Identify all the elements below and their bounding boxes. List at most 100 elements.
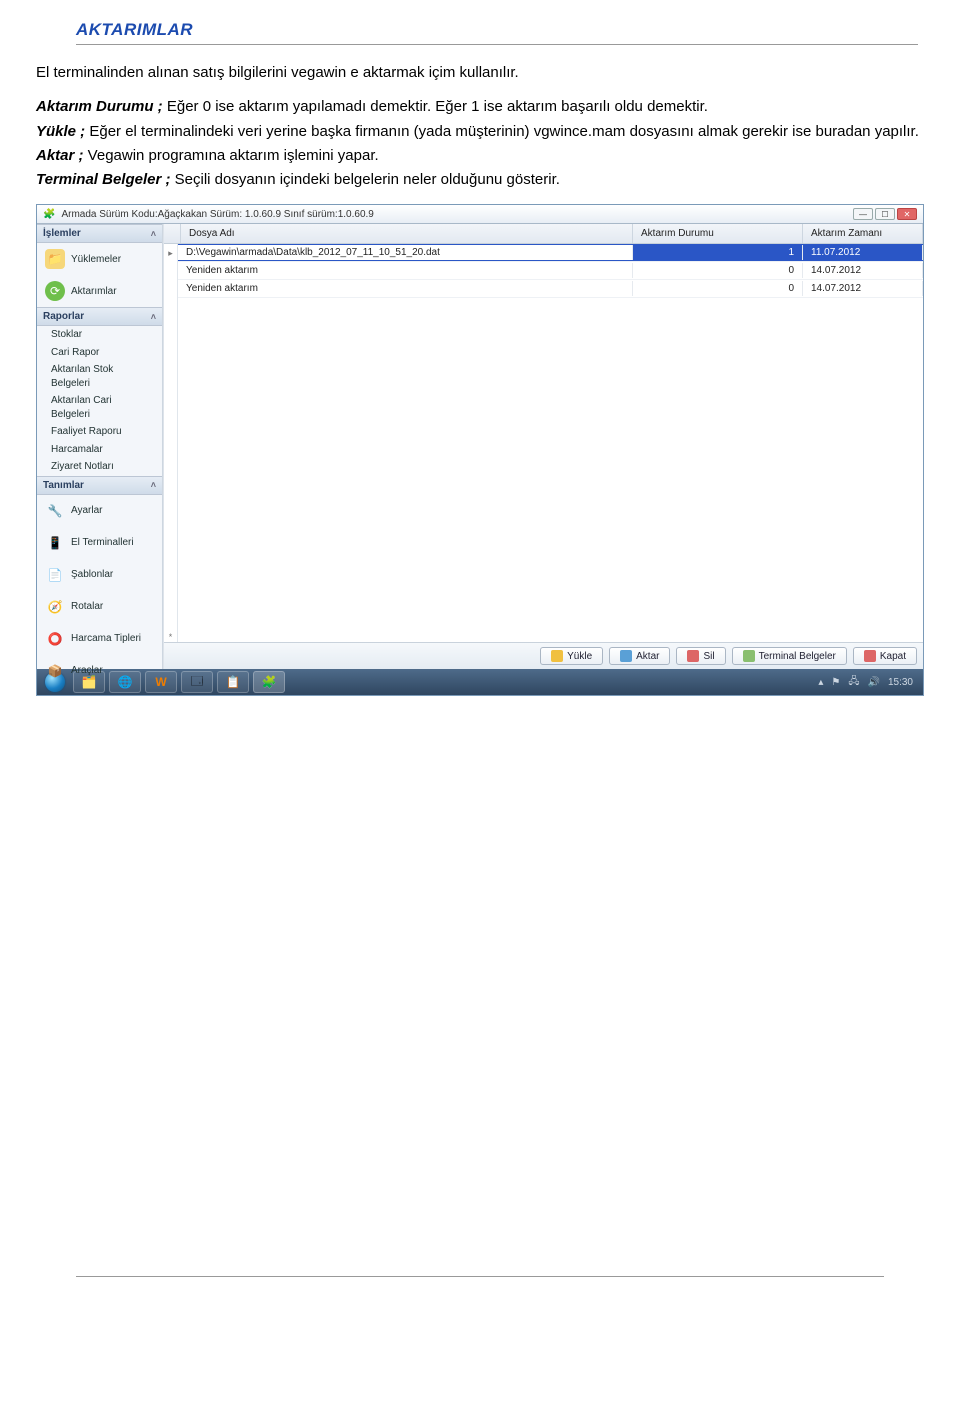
sidebar-item-sablonlar[interactable]: 📄 Şablonlar [37, 559, 162, 591]
expense-icon: ⭕ [45, 629, 65, 649]
collapse-icon[interactable]: ˄ [151, 480, 156, 490]
definition-aktar: Aktar ; Vegawin programına aktarım işlem… [36, 146, 924, 166]
column-header-time[interactable]: Aktarım Zamanı [803, 224, 923, 243]
sidebar-item-aktarimlar-label: Aktarımlar [71, 286, 117, 297]
taskbar-app[interactable]: 🧩 [253, 671, 285, 693]
sidebar-item-label: Rotalar [71, 601, 103, 612]
report-item[interactable]: Ziyaret Notları [37, 458, 162, 476]
transfer-icon [620, 650, 632, 662]
close-button[interactable]: ✕ [897, 208, 917, 220]
sidebar-item-rotalar[interactable]: 🧭 Rotalar [37, 591, 162, 623]
sidebar-item-araclar[interactable]: 📦 Araçlar [37, 655, 162, 687]
report-item[interactable]: Stoklar [37, 326, 162, 344]
sidebar-item-ayarlar[interactable]: 🔧 Ayarlar [37, 495, 162, 527]
report-item[interactable]: Aktarılan Stok Belgeleri [37, 361, 162, 392]
nav-section-islemler[interactable]: İşlemler ˄ [37, 224, 162, 243]
report-item[interactable]: Cari Rapor [37, 344, 162, 362]
table-row[interactable]: Yeniden aktarım 0 14.07.2012 [178, 262, 923, 280]
sidebar-item-label: El Terminalleri [71, 537, 134, 548]
tray-expand-icon[interactable]: ▴ [818, 677, 823, 688]
sidebar: İşlemler ˄ 📁 Yüklemeler ⟳ Aktarımlar Rap… [37, 224, 163, 669]
cell-time: 14.07.2012 [803, 263, 923, 278]
cell-file: D:\Vegawin\armada\Data\klb_2012_07_11_10… [178, 245, 633, 260]
column-header-status[interactable]: Aktarım Durumu [633, 224, 803, 243]
volume-icon[interactable]: 🔊 [868, 677, 880, 688]
yukle-button[interactable]: Yükle [540, 647, 603, 665]
sidebar-item-terminaller[interactable]: 📱 El Terminalleri [37, 527, 162, 559]
cell-file: Yeniden aktarım [178, 263, 633, 278]
minimize-button[interactable]: — [853, 208, 873, 220]
table-row[interactable]: D:\Vegawin\armada\Data\klb_2012_07_11_10… [178, 244, 923, 262]
report-item[interactable]: Harcamalar [37, 441, 162, 459]
collapse-icon[interactable]: ˄ [151, 229, 156, 239]
box-icon: 📦 [45, 661, 65, 681]
maximize-button[interactable]: ☐ [875, 208, 895, 220]
new-row-icon: * [169, 632, 173, 642]
main-panel: Dosya Adı Aktarım Durumu Aktarım Zamanı … [163, 224, 923, 669]
device-icon: 📱 [45, 533, 65, 553]
defterm-aktar: Aktar ; [36, 147, 84, 164]
grid-header: Dosya Adı Aktarım Durumu Aktarım Zamanı [164, 224, 923, 244]
flag-icon[interactable]: ⚑ [831, 677, 840, 688]
cell-status: 0 [633, 263, 803, 278]
deftext-yukle: Eğer el terminalindeki veri yerine başka… [85, 123, 919, 140]
sil-button[interactable]: Sil [676, 647, 725, 665]
defterm-yukle: Yükle ; [36, 123, 85, 140]
app-icon: 🧩 [43, 209, 55, 220]
window-title-text: Armada Sürüm Kodu:Ağaçkakan Sürüm: 1.0.6… [61, 209, 373, 220]
report-item[interactable]: Faaliyet Raporu [37, 423, 162, 441]
cell-status: 0 [633, 281, 803, 296]
collapse-icon[interactable]: ˄ [151, 312, 156, 322]
sidebar-item-label: Araçlar [71, 665, 103, 676]
definition-yukle: Yükle ; Eğer el terminalindeki veri yeri… [36, 122, 924, 142]
definition-terminal-belgeler: Terminal Belgeler ; Seçili dosyanın için… [36, 170, 924, 190]
documents-icon [743, 650, 755, 662]
nav-section-raporlar[interactable]: Raporlar ˄ [37, 307, 162, 326]
sidebar-item-aktarimlar[interactable]: ⟳ Aktarımlar [37, 275, 162, 307]
network-icon[interactable]: 🖧 [848, 674, 859, 691]
button-label: Yükle [567, 651, 592, 662]
kapat-button[interactable]: Kapat [853, 647, 917, 665]
tray-clock[interactable]: 15:30 [888, 677, 913, 688]
window-titlebar: 🧩 Armada Sürüm Kodu:Ağaçkakan Sürüm: 1.0… [37, 205, 923, 224]
sidebar-item-yuklemeler-label: Yüklemeler [71, 254, 121, 265]
route-icon: 🧭 [45, 597, 65, 617]
terminal-belgeler-button[interactable]: Terminal Belgeler [732, 647, 847, 665]
refresh-icon: ⟳ [45, 281, 65, 301]
taskbar: 🗂️ 🌐 W 🗔 📋 🧩 ▴ ⚑ 🖧 🔊 15:30 [37, 669, 923, 695]
sidebar-item-harcama-tipleri[interactable]: ⭕ Harcama Tipleri [37, 623, 162, 655]
defterm-aktarim-durumu: Aktarım Durumu ; [36, 98, 163, 115]
deftext-terminal-belgeler: Seçili dosyanın içindeki belgelerin nele… [171, 171, 560, 188]
template-icon: 📄 [45, 565, 65, 585]
app-window: 🧩 Armada Sürüm Kodu:Ağaçkakan Sürüm: 1.0… [36, 204, 924, 696]
taskbar-app[interactable]: 🗔 [181, 671, 213, 693]
sidebar-item-label: Şablonlar [71, 569, 113, 580]
button-label: Kapat [880, 651, 906, 662]
page-title: AKTARIMLAR [76, 20, 193, 39]
nav-section-islemler-label: İşlemler [43, 228, 81, 239]
definition-aktarim-durumu: Aktarım Durumu ; Eğer 0 ise aktarım yapı… [36, 97, 924, 117]
action-bar: Yükle Aktar Sil Terminal Belgeler Kapat [164, 642, 923, 669]
current-row-icon: ▸ [168, 248, 173, 259]
folder-icon: 📁 [45, 249, 65, 269]
column-header-file[interactable]: Dosya Adı [181, 224, 633, 243]
sidebar-item-yuklemeler[interactable]: 📁 Yüklemeler [37, 243, 162, 275]
aktar-button[interactable]: Aktar [609, 647, 670, 665]
grid-rows: D:\Vegawin\armada\Data\klb_2012_07_11_10… [178, 244, 923, 642]
table-row[interactable]: Yeniden aktarım 0 14.07.2012 [178, 280, 923, 298]
sidebar-item-label: Ayarlar [71, 505, 103, 516]
system-tray[interactable]: ▴ ⚑ 🖧 🔊 15:30 [818, 674, 919, 691]
row-indicator-column: ▸ * [164, 244, 178, 642]
taskbar-app[interactable]: 📋 [217, 671, 249, 693]
cell-time: 14.07.2012 [803, 281, 923, 296]
deftext-aktarim-durumu: Eğer 0 ise aktarım yapılamadı demektir. … [163, 98, 708, 115]
nav-section-tanimlar[interactable]: Tanımlar ˄ [37, 476, 162, 495]
wrench-icon: 🔧 [45, 501, 65, 521]
sidebar-item-label: Harcama Tipleri [71, 633, 141, 644]
cell-time: 11.07.2012 [803, 245, 923, 260]
button-label: Terminal Belgeler [759, 651, 836, 662]
intro-paragraph: El terminalinden alınan satış bilgilerin… [36, 63, 924, 83]
report-item[interactable]: Aktarılan Cari Belgeleri [37, 392, 162, 423]
load-icon [551, 650, 563, 662]
deftext-aktar: Vegawin programına aktarım işlemini yapa… [84, 147, 379, 164]
